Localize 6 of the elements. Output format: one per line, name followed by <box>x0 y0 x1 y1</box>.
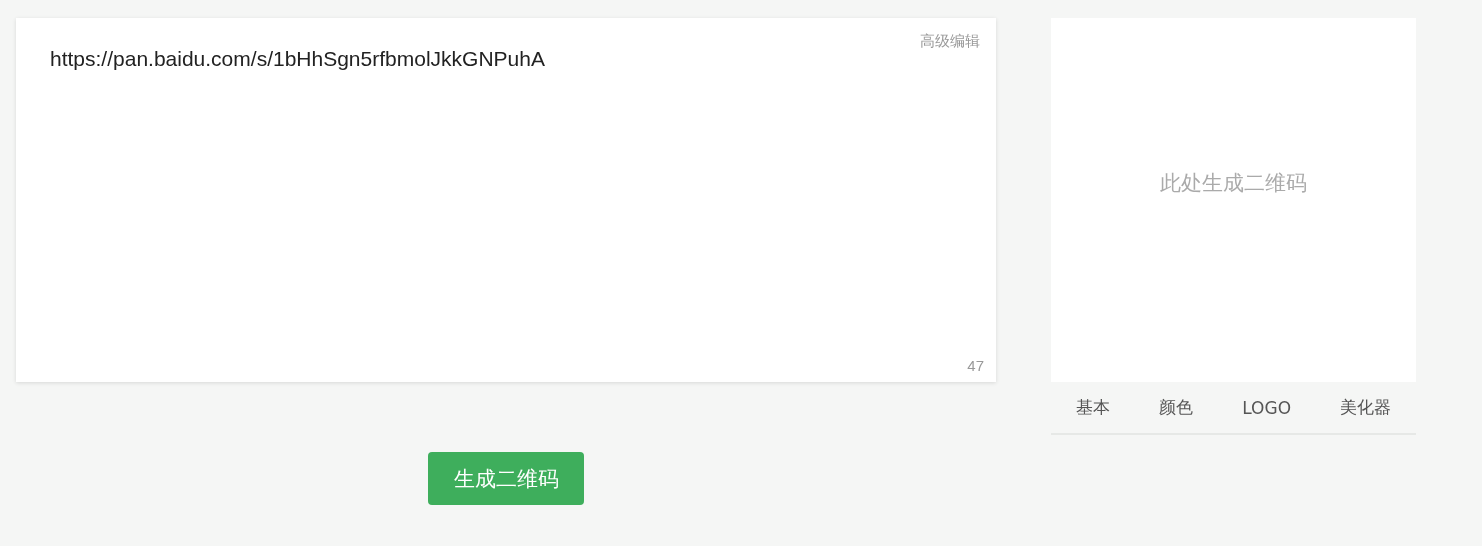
tab[interactable]: 颜色 <box>1150 392 1201 423</box>
tab[interactable]: 基本 <box>1067 392 1118 423</box>
tab[interactable]: LOGO <box>1234 393 1300 422</box>
char-count: 47 <box>967 357 984 374</box>
preview-message: 此处生成二维码 <box>1160 170 1307 197</box>
tab[interactable]: 美化器 <box>1332 392 1400 423</box>
